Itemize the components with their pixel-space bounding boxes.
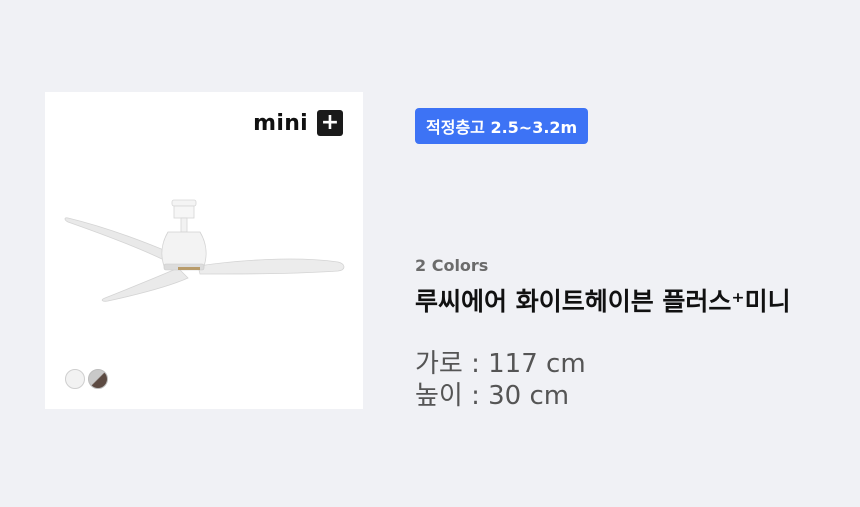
ceiling-height-badge: 적정층고 2.5~3.2m [415, 108, 589, 144]
swatch-wood[interactable] [88, 369, 108, 389]
ceiling-fan-image [64, 199, 345, 302]
color-swatches [65, 369, 108, 389]
color-count-label: 2 Colors [415, 256, 489, 275]
plus-icon: + [317, 110, 343, 136]
product-title[interactable]: 루씨에어 화이트헤이븐 플러스⁺미니 [415, 282, 791, 318]
spec-height: 높이 : 30 cm [415, 381, 570, 411]
brand-mark-text: mini [253, 110, 308, 136]
mini-plus-logo: mini + [253, 110, 343, 136]
product-image-card[interactable]: mini + [45, 92, 363, 409]
swatch-white[interactable] [65, 369, 85, 389]
